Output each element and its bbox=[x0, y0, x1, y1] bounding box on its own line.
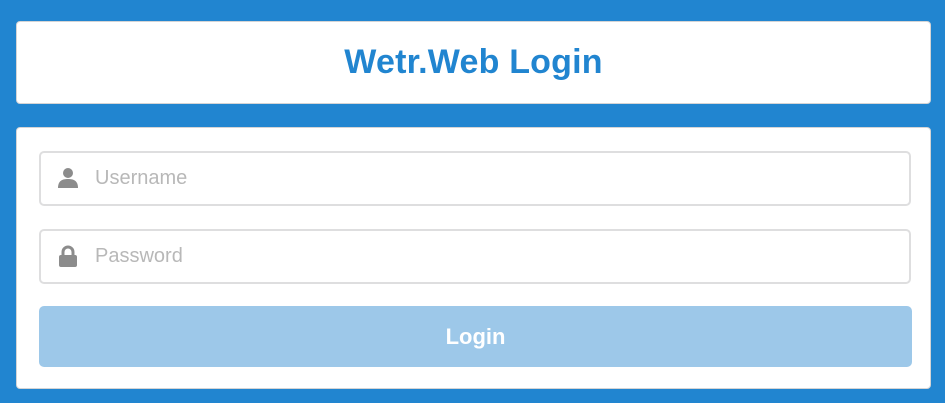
password-input[interactable] bbox=[95, 231, 895, 282]
header-card: Wetr.Web Login bbox=[16, 21, 931, 104]
user-icon bbox=[57, 167, 79, 189]
login-form: Login bbox=[16, 127, 931, 389]
lock-icon bbox=[57, 245, 79, 267]
login-button[interactable]: Login bbox=[39, 306, 912, 367]
username-field[interactable] bbox=[39, 151, 911, 206]
password-field[interactable] bbox=[39, 229, 911, 284]
username-input[interactable] bbox=[95, 153, 895, 204]
page-title: Wetr.Web Login bbox=[344, 43, 603, 81]
